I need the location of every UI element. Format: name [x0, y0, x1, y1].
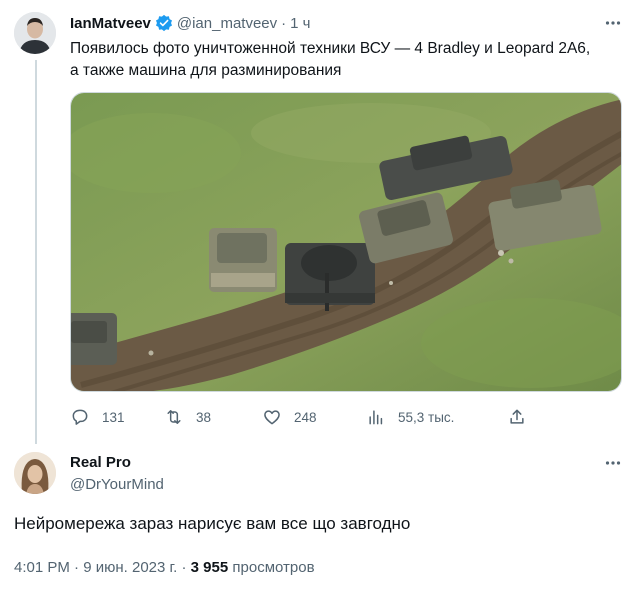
- reply-author-avatar[interactable]: [14, 452, 56, 494]
- tweet-header: IanMatveev @ian_matveev · 1 ч: [70, 12, 310, 34]
- reply-count: 131: [102, 409, 125, 425]
- retweet-count: 38: [196, 409, 212, 425]
- views-bar-chart-icon: [369, 410, 383, 425]
- more-options-icon[interactable]: [602, 12, 624, 34]
- separator-dot: ·: [281, 14, 287, 32]
- views-count: 55,3 тыс.: [398, 409, 455, 425]
- author-avatar[interactable]: [14, 12, 56, 54]
- retweet-button[interactable]: 38: [164, 404, 211, 430]
- like-button[interactable]: 248: [262, 404, 317, 430]
- author-name[interactable]: IanMatveev: [70, 15, 151, 32]
- retweet-icon: [167, 410, 181, 424]
- tweet-actions: 131 38 248 55,3 тыс.: [70, 404, 530, 430]
- tweet-time[interactable]: 1 ч: [290, 15, 310, 32]
- tweet-photo[interactable]: [70, 92, 622, 392]
- reply-button[interactable]: 131: [70, 404, 125, 430]
- reply-timestamp[interactable]: 4:01 PM: [14, 559, 70, 576]
- reply-more-options-icon[interactable]: [602, 452, 624, 474]
- views-button[interactable]: 55,3 тыс.: [366, 404, 454, 430]
- tweet-text: Появилось фото уничтоженной техники ВСУ …: [70, 38, 625, 82]
- reply-metadata: 4:01 PM · 9 июн. 2023 г. · 3 955 просмот…: [14, 559, 315, 576]
- heart-icon: [264, 410, 280, 425]
- reply-date[interactable]: 9 июн. 2023 г.: [83, 559, 177, 576]
- reply-header: Real Pro @DrYourMind: [70, 453, 164, 495]
- verified-badge-icon: [155, 14, 173, 32]
- share-button[interactable]: [507, 404, 539, 430]
- meta-separator-2: ·: [181, 559, 187, 576]
- meta-separator: ·: [74, 559, 80, 576]
- reply-icon: [72, 409, 88, 425]
- reply-views-count: 3 955: [190, 559, 229, 576]
- reply-text: Нейромережа зараз нарисує вам все що зав…: [14, 514, 411, 533]
- author-handle[interactable]: @ian_matveev: [177, 15, 277, 32]
- tweet-text-line-2: а также машина для разминирования: [70, 62, 342, 79]
- tweet-text-line-1: Появилось фото уничтоженной техники ВСУ …: [70, 40, 591, 57]
- reply-author-handle[interactable]: @DrYourMind: [70, 475, 164, 495]
- thread-connector-line: [35, 60, 37, 444]
- reply-author-name[interactable]: Real Pro: [70, 453, 164, 473]
- share-icon: [510, 409, 524, 424]
- like-count: 248: [294, 409, 317, 425]
- reply-views-label: просмотров: [232, 559, 315, 576]
